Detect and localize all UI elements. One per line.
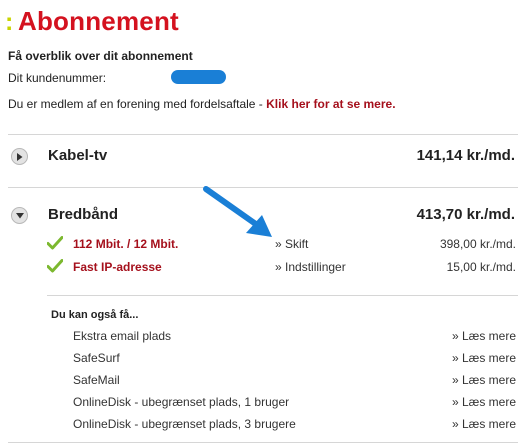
- triangle-down-icon: [15, 213, 24, 219]
- customer-number-redaction: [171, 70, 226, 84]
- checkmark-icon: [46, 259, 64, 278]
- page-title: Abonnement: [18, 6, 179, 36]
- section-name-bredband[interactable]: Bredbånd: [48, 206, 118, 223]
- checkmark-icon: [46, 236, 64, 255]
- addon-item-safemail: SafeMail: [73, 373, 120, 387]
- product-item-speed[interactable]: 112 Mbit. / 12 Mbit.: [73, 237, 178, 251]
- triangle-right-icon: [17, 152, 23, 161]
- addon-item-onlinedisk-1: OnlineDisk - ubegrænset plads, 1 bruger: [73, 395, 290, 409]
- product-item-price: 398,00 kr./md.: [439, 237, 516, 251]
- collapse-toggle-bredband[interactable]: [11, 207, 28, 224]
- addon-item-safesurf: SafeSurf: [73, 351, 120, 365]
- overview-heading: Få overblik over dit abonnement: [8, 49, 193, 63]
- section-name-kabel-tv[interactable]: Kabel-tv: [48, 147, 107, 164]
- addon-item-onlinedisk-3: OnlineDisk - ubegrænset plads, 3 brugere: [73, 417, 296, 431]
- read-more-link[interactable]: » Læs mere: [396, 395, 516, 409]
- divider: [47, 295, 518, 296]
- ip-settings-link[interactable]: » Indstillinger: [275, 260, 346, 274]
- customer-number-label: Dit kundenummer:: [8, 71, 107, 85]
- section-price-kabel-tv: 141,14 kr./md.: [416, 147, 515, 164]
- section-price-bredband: 413,70 kr./md.: [416, 206, 515, 223]
- membership-notice: Du er medlem af en forening med fordelsa…: [8, 97, 396, 111]
- change-speed-link[interactable]: » Skift: [275, 237, 308, 251]
- read-more-link[interactable]: » Læs mere: [396, 373, 516, 387]
- membership-link[interactable]: Klik her for at se mere.: [266, 97, 395, 111]
- arrow-icon: [203, 186, 272, 237]
- read-more-link[interactable]: » Læs mere: [396, 417, 516, 431]
- product-item-fixed-ip[interactable]: Fast IP-adresse: [73, 260, 162, 274]
- membership-text: Du er medlem af en forening med fordelsa…: [8, 97, 267, 111]
- product-item-price: 15,00 kr./md.: [446, 260, 516, 274]
- addon-item-extra-email: Ekstra email plads: [73, 329, 172, 343]
- also-available-heading: Du kan også få...: [51, 309, 139, 321]
- divider: [8, 442, 518, 443]
- read-more-link[interactable]: » Læs mere: [396, 329, 516, 343]
- expand-toggle-kabel-tv[interactable]: [11, 148, 28, 165]
- title-marker: :: [5, 8, 14, 36]
- read-more-link[interactable]: » Læs mere: [396, 351, 516, 365]
- divider: [8, 134, 518, 135]
